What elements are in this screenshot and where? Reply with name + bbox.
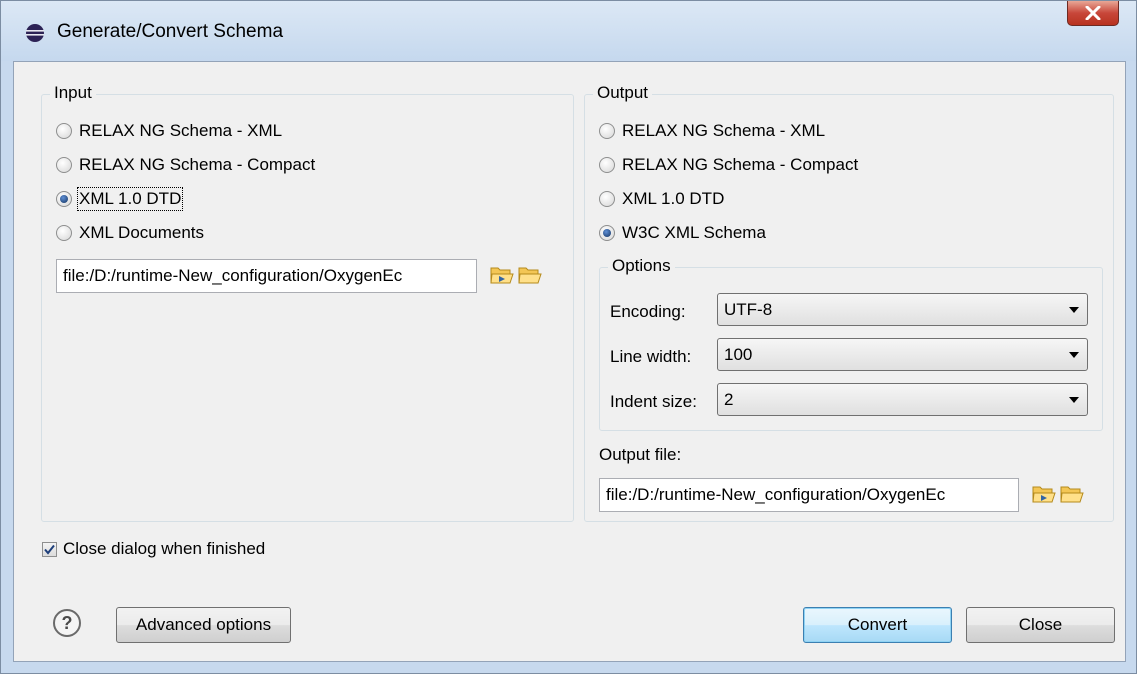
radio-button[interactable] [56, 123, 72, 139]
close-when-finished-checkbox[interactable]: Close dialog when finished [42, 539, 265, 559]
close-window-icon [1085, 6, 1101, 20]
radio-button-checked[interactable] [599, 225, 615, 241]
input-group-title: Input [50, 83, 96, 103]
dialog-body: Input RELAX NG Schema - XML RELAX NG Sch… [13, 61, 1126, 662]
radio-button-checked[interactable] [56, 191, 72, 207]
svg-text:?: ? [62, 613, 73, 633]
radio-button[interactable] [599, 123, 615, 139]
radio-label: RELAX NG Schema - XML [79, 121, 283, 140]
browse-folder-icon[interactable] [517, 264, 543, 286]
checkbox-label: Close dialog when finished [63, 539, 266, 558]
radio-button[interactable] [56, 157, 72, 173]
dialog-window: Generate/Convert Schema Input RELAX NG S… [0, 0, 1137, 674]
radio-label: XML 1.0 DTD [76, 187, 184, 211]
radio-label: W3C XML Schema [622, 223, 766, 242]
indent-size-label: Indent size: [610, 392, 697, 411]
open-folder-icon[interactable] [1031, 483, 1057, 505]
close-button[interactable]: Close [966, 607, 1115, 643]
radio-button[interactable] [599, 157, 615, 173]
output-group-title: Output [593, 83, 653, 103]
indent-size-value: 2 [724, 390, 734, 409]
output-file-field[interactable]: file:/D:/runtime-New_configuration/Oxyge… [599, 478, 1019, 512]
options-group-title: Options [608, 256, 675, 276]
title-bar[interactable]: Generate/Convert Schema [1, 1, 1136, 61]
chevron-down-icon [1069, 307, 1079, 313]
input-radio-relaxng-compact[interactable]: RELAX NG Schema - Compact [56, 155, 315, 175]
radio-label: RELAX NG Schema - Compact [622, 155, 859, 174]
output-radio-relaxng-xml[interactable]: RELAX NG Schema - XML [599, 121, 825, 141]
input-radio-relaxng-xml[interactable]: RELAX NG Schema - XML [56, 121, 282, 141]
input-group: Input RELAX NG Schema - XML RELAX NG Sch… [41, 83, 574, 522]
radio-label: RELAX NG Schema - Compact [79, 155, 316, 174]
convert-button[interactable]: Convert [803, 607, 952, 643]
input-radio-xml-documents[interactable]: XML Documents [56, 223, 204, 243]
encoding-value: UTF-8 [724, 300, 773, 319]
encoding-select[interactable]: UTF-8 [717, 293, 1088, 326]
advanced-options-button[interactable]: Advanced options [116, 607, 291, 643]
options-group: Options Encoding: UTF-8 Line width: 100 … [599, 256, 1103, 431]
line-width-label: Line width: [610, 347, 692, 366]
chevron-down-icon [1069, 352, 1079, 358]
window-title: Generate/Convert Schema [57, 21, 284, 42]
radio-button[interactable] [599, 191, 615, 207]
radio-label: RELAX NG Schema - XML [622, 121, 826, 140]
output-radio-relaxng-compact[interactable]: RELAX NG Schema - Compact [599, 155, 858, 175]
radio-button[interactable] [56, 225, 72, 241]
checkbox[interactable] [42, 541, 57, 557]
checkmark-icon [44, 544, 55, 555]
line-width-select[interactable]: 100 [717, 338, 1088, 371]
output-file-label: Output file: [599, 445, 682, 464]
indent-size-select[interactable]: 2 [717, 383, 1088, 416]
browse-folder-icon[interactable] [1059, 483, 1085, 505]
output-radio-w3c-xml-schema[interactable]: W3C XML Schema [599, 223, 766, 243]
input-file-field[interactable]: file:/D:/runtime-New_configuration/Oxyge… [56, 259, 477, 293]
input-radio-xml-dtd[interactable]: XML 1.0 DTD [56, 187, 184, 211]
chevron-down-icon [1069, 397, 1079, 403]
encoding-label: Encoding: [610, 302, 686, 321]
help-icon[interactable]: ? [52, 608, 82, 638]
eclipse-icon [26, 24, 44, 42]
open-folder-icon[interactable] [489, 264, 515, 286]
radio-label: XML Documents [79, 223, 205, 242]
close-window-button[interactable] [1067, 1, 1119, 26]
line-width-value: 100 [724, 345, 753, 364]
output-radio-xml-dtd[interactable]: XML 1.0 DTD [599, 189, 724, 209]
output-group: Output RELAX NG Schema - XML RELAX NG Sc… [584, 83, 1114, 522]
radio-label: XML 1.0 DTD [622, 189, 725, 208]
